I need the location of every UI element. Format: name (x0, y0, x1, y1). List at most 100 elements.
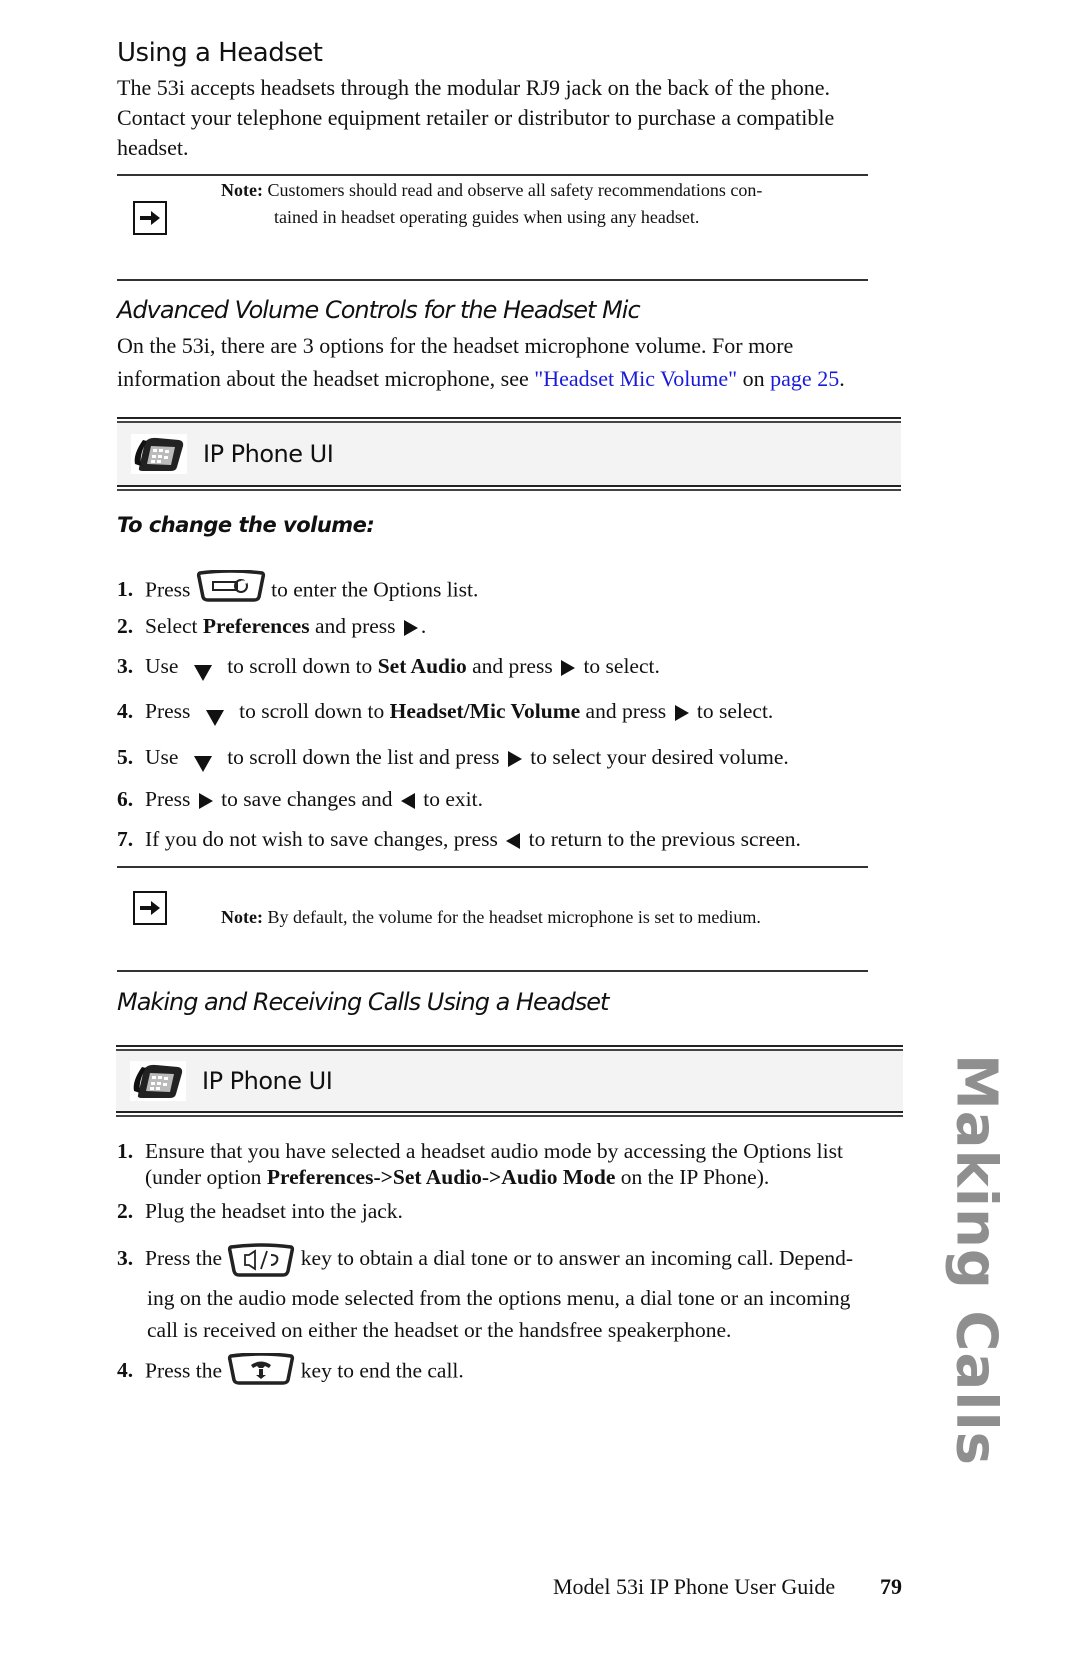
advanced-paragraph-line-2: information about the headset microphone… (117, 363, 845, 395)
step-number: 2. (117, 1199, 134, 1223)
page-25-link[interactable]: page 25 (770, 366, 839, 391)
advanced-paragraph-line-1: On the 53i, there are 3 options for the … (117, 333, 794, 358)
paragraph-text: information about the headset microphone… (117, 366, 535, 391)
set-audio-menu-name: Set Audio (377, 654, 467, 678)
note-divider-bottom (117, 279, 868, 281)
step-number: 3. (117, 654, 134, 678)
options-key-icon (196, 569, 266, 609)
step-text: If you do not wish to save changes, pres… (145, 827, 504, 851)
step-number: 1. (117, 1139, 134, 1163)
note-line-2: tained in headset operating guides when … (274, 207, 700, 227)
right-arrow-key-icon (198, 793, 213, 810)
ui-box-bottom-rule (116, 1111, 903, 1117)
left-arrow-key-icon (506, 833, 521, 850)
headset-mic-volume-link[interactable]: "Headset Mic Volume" (534, 366, 737, 391)
step-4: 4. Press to scroll down to Headset/Mic Vo… (117, 697, 774, 727)
advanced-volume-heading: Advanced Volume Controls for the Headset… (117, 296, 641, 324)
ui-box-bottom-rule (117, 485, 901, 491)
note-divider-bottom (117, 970, 868, 972)
step-number: 5. (117, 745, 134, 769)
right-arrow-key-icon (507, 751, 522, 768)
right-arrow-key-icon (561, 660, 576, 677)
call-step-3: 3. Press the key to obtain a dial tone or… (117, 1239, 853, 1345)
step-text: to return to the previous screen. (523, 827, 801, 851)
step-text: and press (466, 654, 559, 678)
goodbye-key-icon (227, 1352, 295, 1392)
paragraph-text: on (737, 366, 771, 391)
ip-phone-ui-banner: IP Phone UI (116, 1051, 903, 1111)
step-text: and press (309, 614, 401, 638)
right-arrow-key-icon (674, 705, 689, 722)
right-arrow-key-icon (403, 620, 418, 637)
note-label: Note: (221, 180, 263, 200)
step-number: 7. (117, 827, 134, 851)
procedure-title: To change the volume: (117, 513, 375, 537)
footer-guide-title: Model 53i IP Phone User Guide (553, 1574, 836, 1599)
step-text: . (420, 614, 427, 638)
step-5: 5. Use to scroll down the list and press … (117, 743, 789, 773)
note-arrow-icon (133, 201, 167, 235)
desk-phone-icon (131, 434, 187, 474)
step-text: to select. (578, 654, 660, 678)
paragraph-text: . (839, 366, 845, 391)
step-7: 7. If you do not wish to save changes, pr… (117, 825, 801, 853)
note-text: By default, the volume for the headset m… (267, 907, 761, 927)
page-number: 79 (880, 1574, 902, 1599)
step-text: key to obtain a dial tone or to answer a… (300, 1245, 854, 1270)
step-text: to scroll down the list and press (221, 745, 505, 769)
step-text: to exit. (417, 787, 483, 811)
step-number: 4. (117, 1358, 134, 1383)
call-step-1: 1. Ensure that you have selected a headse… (117, 1138, 843, 1190)
step-number: 6. (117, 787, 134, 811)
step-text: Use (145, 745, 184, 769)
note-label: Note: (221, 907, 263, 927)
step-2: 2. Select Preferences and press . (117, 612, 426, 640)
intro-paragraph: The 53i accepts headsets through the mod… (117, 75, 835, 160)
ip-phone-ui-banner: IP Phone UI (117, 423, 901, 485)
step-text: ing on the audio mode selected from the … (147, 1286, 851, 1310)
step-text: Press the (145, 1358, 228, 1383)
step-text: to save changes and (215, 787, 398, 811)
note-divider-top (117, 174, 868, 176)
down-arrow-key-icon (205, 710, 224, 727)
step-text: to scroll down to (233, 699, 390, 723)
note-arrow-icon (133, 891, 167, 925)
step-text: to select. (691, 699, 774, 723)
down-arrow-key-icon (193, 665, 212, 682)
headset-mic-volume-menu-name: Headset/Mic Volume (389, 699, 581, 723)
step-text: Press (145, 699, 196, 723)
step-text: to enter the Options list. (271, 577, 479, 602)
step-1: 1. Press to enter the Options list. (117, 569, 479, 611)
call-step-2: 2. Plug the headset into the jack. (117, 1197, 403, 1225)
step-text: key to end the call. (300, 1358, 464, 1383)
step-text: to scroll down to (221, 654, 378, 678)
step-6: 6. Press to save changes and to exit. (117, 785, 483, 813)
making-calls-heading: Making and Receiving Calls Using a Heads… (117, 988, 609, 1016)
preferences-menu-name: Preferences (202, 614, 310, 638)
note-line-1: Customers should read and observe all sa… (267, 180, 763, 200)
step-number: 1. (117, 577, 134, 602)
left-arrow-key-icon (400, 793, 415, 810)
step-text: Plug the headset into the jack. (145, 1199, 403, 1223)
step-number: 3. (117, 1245, 134, 1270)
step-text: on the IP Phone). (615, 1165, 770, 1189)
step-text: Press (145, 577, 196, 602)
note-divider-top (117, 866, 868, 868)
section-title: Using a Headset (117, 38, 323, 68)
chapter-side-tab: Making Calls (936, 1054, 1016, 1466)
ip-phone-ui-label: IP Phone UI (203, 440, 334, 468)
call-step-4: 4. Press the key to end the call. (117, 1352, 464, 1392)
chapter-side-tab-label: Making Calls (943, 1053, 1009, 1467)
step-text: Select (145, 614, 203, 638)
step-text: to select your desired volume. (524, 745, 789, 769)
volume-default-note: Note: By default, the volume for the hea… (221, 904, 761, 931)
ip-phone-ui-label: IP Phone UI (202, 1067, 333, 1095)
step-text: and press (580, 699, 672, 723)
step-number: 2. (117, 614, 134, 638)
down-arrow-key-icon (193, 756, 212, 773)
step-number: 4. (117, 699, 134, 723)
step-text: (under option (145, 1165, 267, 1189)
desk-phone-icon (130, 1061, 186, 1101)
step-text: call is received on either the headset o… (147, 1318, 732, 1342)
step-text: Press (145, 787, 196, 811)
